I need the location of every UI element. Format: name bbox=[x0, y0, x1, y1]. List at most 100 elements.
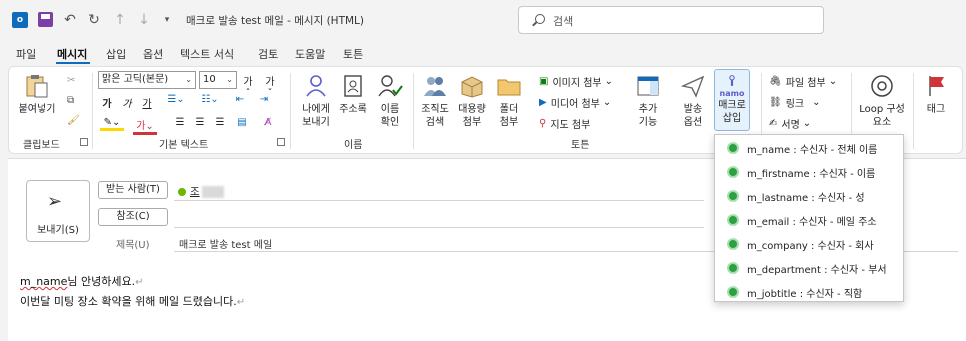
copy-icon[interactable]: ⧉ bbox=[67, 91, 74, 109]
body-line-1[interactable]: m_name님 안녕하세요.↵ bbox=[20, 273, 144, 289]
chevron-down-icon: ⌄ bbox=[802, 117, 812, 129]
paste-icon bbox=[26, 75, 48, 98]
paragraph-mark-icon: ↵ bbox=[135, 277, 144, 288]
format-painter-icon[interactable]: 🖌 bbox=[67, 111, 80, 129]
image-attach-button[interactable]: ▣ 이미지 첨부 ⌄ bbox=[539, 72, 613, 90]
window-title: 매크로 발송 test 메일 - 메시지 (HTML) bbox=[186, 15, 364, 27]
recipient-name: 조 bbox=[190, 186, 200, 198]
group-label-tools: 토튼 bbox=[571, 140, 590, 151]
macro-item-label: m_company : 수신자 - 회사 bbox=[747, 240, 874, 252]
loop-label: Loop 구성 요소 bbox=[859, 104, 905, 128]
macro-item-label: m_firstname : 수신자 - 이름 bbox=[747, 168, 876, 180]
up-arrow-icon[interactable]: ↑ bbox=[112, 10, 128, 30]
paste-label: 붙여넣기 bbox=[18, 104, 56, 115]
bold-button[interactable]: 가 bbox=[100, 95, 114, 110]
tab-review[interactable]: 검토 bbox=[258, 46, 278, 62]
tab-message[interactable]: 메시지 bbox=[57, 46, 87, 62]
macro-dropdown-menu: m_name : 수신자 - 전체 이름 m_firstname : 수신자 -… bbox=[714, 134, 904, 302]
paste-button[interactable]: 붙여넣기 bbox=[15, 71, 59, 133]
tab-format-text[interactable]: 텍스트 서식 bbox=[180, 46, 234, 62]
media-attach-button[interactable]: ▶ 미디어 첨부 ⌄ bbox=[539, 93, 611, 111]
check-names-button[interactable]: 이름 확인 bbox=[368, 71, 412, 133]
macro-item-icon bbox=[727, 262, 739, 274]
highlight-icon[interactable]: ✎⌄ bbox=[100, 117, 124, 131]
clear-format-icon[interactable]: A̸ bbox=[261, 117, 275, 128]
decrease-indent-icon[interactable]: ⇤ bbox=[233, 94, 247, 105]
macro-item-jobtitle[interactable]: m_jobtitle : 수신자 - 직함 bbox=[715, 280, 905, 304]
addin-button[interactable]: 추가 기능 bbox=[626, 71, 670, 133]
tab-options[interactable]: 옵션 bbox=[143, 46, 163, 62]
map-pin-icon: ⚲ bbox=[539, 117, 547, 129]
font-color-button[interactable]: 가⌄ bbox=[133, 117, 157, 135]
body-line-2[interactable]: 이번달 미팅 장소 확약을 위해 메일 드렸습니다.↵ bbox=[20, 293, 245, 309]
title-bar: o ↶ ↻ ↑ ↓ ▾ 매크로 발송 test 메일 - 메시지 (HTML) … bbox=[0, 0, 966, 40]
redo-icon[interactable]: ↻ bbox=[86, 10, 102, 30]
link-button[interactable]: ⛓ 링크 ⌄ bbox=[769, 93, 821, 111]
send-button[interactable]: ➢ 보내기(S) bbox=[26, 180, 90, 242]
send-options-button[interactable]: 발송 옵션 bbox=[671, 71, 715, 133]
search-icon bbox=[535, 14, 545, 24]
cut-icon[interactable]: ✂ bbox=[67, 71, 75, 89]
down-arrow-icon[interactable]: ↓ bbox=[136, 10, 152, 30]
justify-icon[interactable]: ▤ bbox=[235, 117, 249, 128]
subject-label: 제목(U) bbox=[116, 240, 150, 251]
bullets-icon[interactable]: ☰⌄ bbox=[163, 94, 189, 105]
map-attach-button[interactable]: ⚲ 지도 첨부 bbox=[539, 114, 590, 132]
align-right-icon[interactable]: ☰ bbox=[213, 117, 227, 128]
cc-field[interactable] bbox=[174, 227, 704, 228]
undo-icon[interactable]: ↶ bbox=[62, 10, 78, 30]
basic-text-launcher-icon[interactable] bbox=[277, 138, 285, 146]
recipient-chip[interactable]: 조 bbox=[178, 184, 224, 199]
numbering-icon[interactable]: ☷⌄ bbox=[197, 94, 223, 105]
group-label-basic-text: 기본 텍스트 bbox=[159, 140, 209, 151]
to-field[interactable] bbox=[174, 200, 704, 201]
underline-button[interactable]: 가 bbox=[140, 95, 154, 110]
macro-item-department[interactable]: m_department : 수신자 - 부서 bbox=[715, 256, 905, 280]
macro-item-icon bbox=[727, 286, 739, 298]
macro-item-name[interactable]: m_name : 수신자 - 전체 이름 bbox=[715, 136, 905, 160]
macro-item-icon bbox=[727, 142, 739, 154]
customize-qat-icon[interactable]: ▾ bbox=[160, 10, 174, 30]
link-icon: ⛓ bbox=[769, 96, 782, 108]
font-name-dropdown[interactable]: 맑은 고딕(본문) ⌄ bbox=[98, 71, 196, 89]
insert-macro-button[interactable]: namo 매크로 삽입 bbox=[714, 69, 750, 131]
map-attach-label: 지도 첨부 bbox=[550, 119, 591, 131]
macro-item-lastname[interactable]: m_lastname : 수신자 - 성 bbox=[715, 184, 905, 208]
increase-indent-icon[interactable]: ⇥ bbox=[257, 94, 271, 105]
align-center-icon[interactable]: ☰ bbox=[193, 117, 207, 128]
to-button[interactable]: 받는 사람(T) bbox=[98, 181, 168, 199]
search-input[interactable]: 검색 bbox=[518, 6, 824, 34]
folder-attach-button[interactable]: 폴더 첨부 bbox=[487, 71, 531, 133]
cc-button[interactable]: 참조(C) bbox=[98, 208, 168, 226]
tags-button[interactable]: 태그 bbox=[917, 71, 955, 133]
paragraph-mark-icon: ↵ bbox=[236, 297, 246, 308]
italic-button[interactable]: 가 bbox=[120, 95, 134, 110]
clipboard-launcher-icon[interactable] bbox=[80, 138, 88, 146]
align-left-icon[interactable]: ☰ bbox=[173, 117, 187, 128]
macro-item-firstname[interactable]: m_firstname : 수신자 - 이름 bbox=[715, 160, 905, 184]
subject-field[interactable]: 매크로 발송 test 메일 bbox=[179, 236, 272, 251]
tab-insert[interactable]: 삽입 bbox=[106, 46, 126, 62]
loop-component-button[interactable]: Loop 구성 요소 bbox=[857, 71, 907, 133]
font-name-value: 맑은 고딕(본문) bbox=[102, 74, 169, 85]
link-label: 링크 bbox=[785, 98, 805, 110]
chevron-down-icon: ⌄ bbox=[185, 75, 192, 84]
loop-icon bbox=[871, 75, 893, 97]
chevron-down-icon: ⌄ bbox=[828, 75, 838, 87]
presence-icon bbox=[178, 187, 186, 196]
addin-panel-icon bbox=[637, 76, 659, 96]
save-icon[interactable] bbox=[38, 12, 53, 27]
font-size-dropdown[interactable]: 10 ⌄ bbox=[199, 71, 237, 89]
tab-help[interactable]: 도움말 bbox=[295, 46, 325, 62]
org-chart-icon bbox=[424, 77, 446, 96]
macro-item-company[interactable]: m_company : 수신자 - 회사 bbox=[715, 232, 905, 256]
macro-item-email[interactable]: m_email : 수신자 - 메일 주소 bbox=[715, 208, 905, 232]
font-color-label: 가 bbox=[136, 121, 146, 132]
tab-file[interactable]: 파일 bbox=[16, 46, 36, 62]
paperclip-icon: 🖇 bbox=[769, 75, 782, 87]
signature-button[interactable]: ✍ 서명 ⌄ bbox=[769, 114, 811, 132]
paper-plane-icon bbox=[680, 75, 705, 98]
macro-item-label: m_email : 수신자 - 메일 주소 bbox=[747, 216, 877, 228]
tab-extra[interactable]: 토튼 bbox=[343, 46, 363, 62]
file-attach-button[interactable]: 🖇 파일 첨부 ⌄ bbox=[769, 72, 837, 90]
